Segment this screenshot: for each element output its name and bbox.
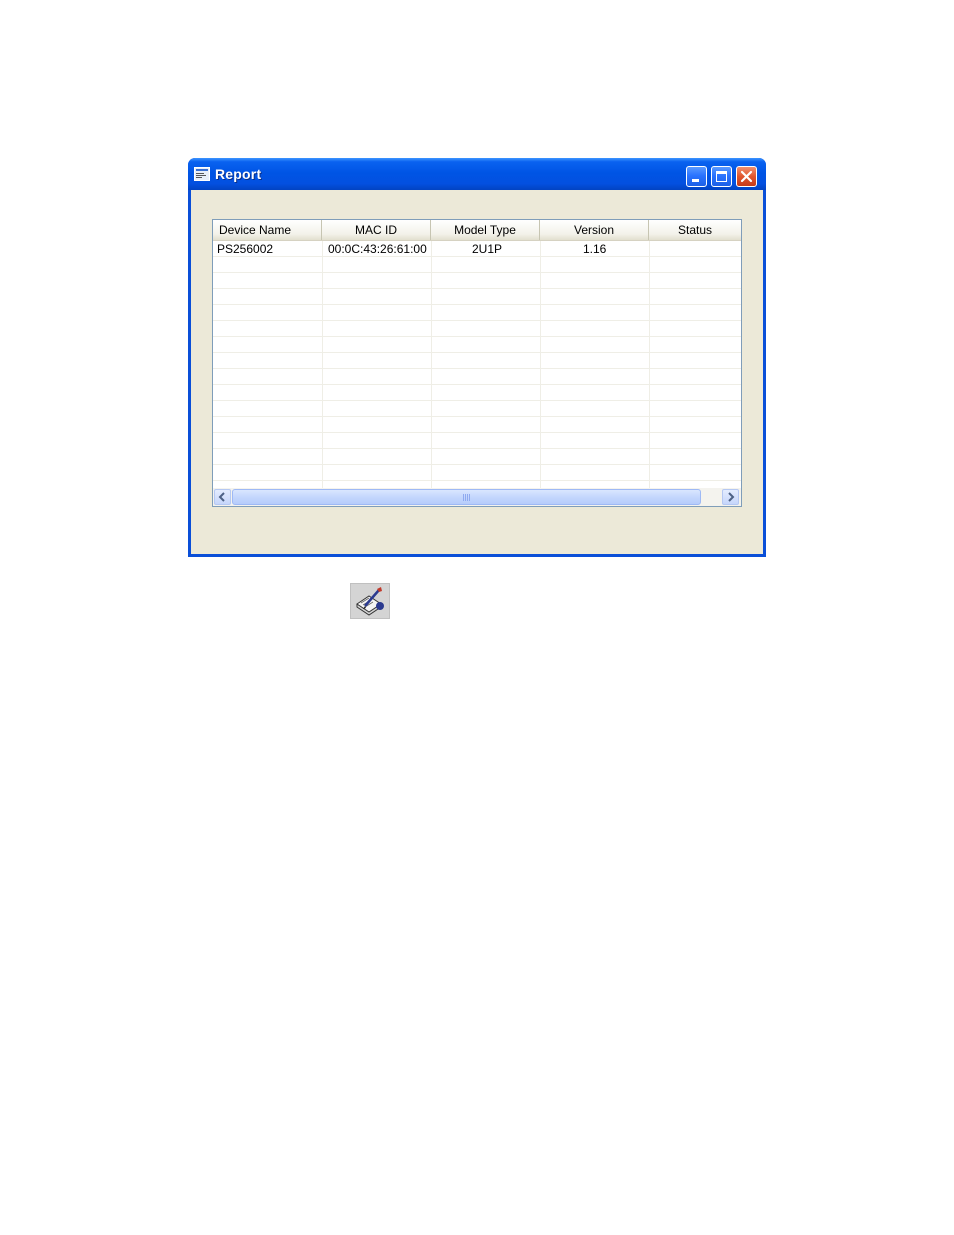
- column-header-label: Model Type: [454, 223, 516, 237]
- chevron-right-icon: [728, 492, 735, 502]
- table-row: [213, 417, 741, 433]
- table-row: [213, 289, 741, 305]
- cell-mac-id: 00:0C:43:26:61:00: [328, 242, 427, 256]
- scroll-left-button[interactable]: [214, 489, 231, 505]
- column-header-label: Version: [573, 223, 615, 237]
- table-row[interactable]: PS256002 00:0C:43:26:61:00 2U1P 1.16: [213, 241, 741, 257]
- table-row: [213, 401, 741, 417]
- close-button[interactable]: [736, 166, 757, 187]
- table-row: [213, 369, 741, 385]
- minimize-icon: [692, 179, 699, 182]
- horizontal-scrollbar[interactable]: [213, 488, 741, 506]
- column-header-version[interactable]: Version: [540, 220, 649, 240]
- list-header: Device Name MAC ID Model Type Version St…: [213, 220, 741, 241]
- table-row: [213, 305, 741, 321]
- column-header-status[interactable]: Status: [649, 220, 741, 240]
- maximize-button[interactable]: [711, 166, 732, 187]
- column-header-label: MAC ID: [355, 223, 397, 237]
- title-bar[interactable]: Report: [188, 158, 766, 190]
- table-row: [213, 273, 741, 289]
- column-header-label: Status: [677, 223, 713, 237]
- table-row: [213, 257, 741, 273]
- chevron-left-icon: [218, 492, 225, 502]
- cell-device-name: PS256002: [217, 242, 274, 256]
- column-header-model-type[interactable]: Model Type: [431, 220, 540, 240]
- table-row: [213, 321, 741, 337]
- table-row: [213, 465, 741, 481]
- minimize-button[interactable]: [686, 166, 707, 187]
- scroll-right-button[interactable]: [722, 489, 739, 505]
- cell-model-type: 2U1P: [472, 242, 503, 256]
- cell-version: 1.16: [583, 242, 607, 256]
- close-icon: [740, 170, 753, 183]
- table-row: [213, 385, 741, 401]
- table-row: [213, 337, 741, 353]
- report-window-icon: [194, 167, 210, 181]
- report-tool-icon[interactable]: [350, 583, 390, 619]
- column-header-label: Device Name: [219, 223, 292, 237]
- table-row: [213, 433, 741, 449]
- column-header-mac-id[interactable]: MAC ID: [322, 220, 431, 240]
- scrollbar-thumb[interactable]: [232, 489, 701, 505]
- grip-icon: [463, 494, 472, 501]
- window-title: Report: [215, 166, 262, 182]
- report-window: Report Device Name MAC ID Model Type Ver: [188, 158, 766, 557]
- table-row: [213, 353, 741, 369]
- maximize-icon: [716, 171, 727, 182]
- window-client-area: Device Name MAC ID Model Type Version St…: [191, 190, 763, 554]
- column-header-device-name[interactable]: Device Name: [213, 220, 322, 240]
- device-report-list[interactable]: Device Name MAC ID Model Type Version St…: [212, 219, 742, 507]
- table-row: [213, 449, 741, 465]
